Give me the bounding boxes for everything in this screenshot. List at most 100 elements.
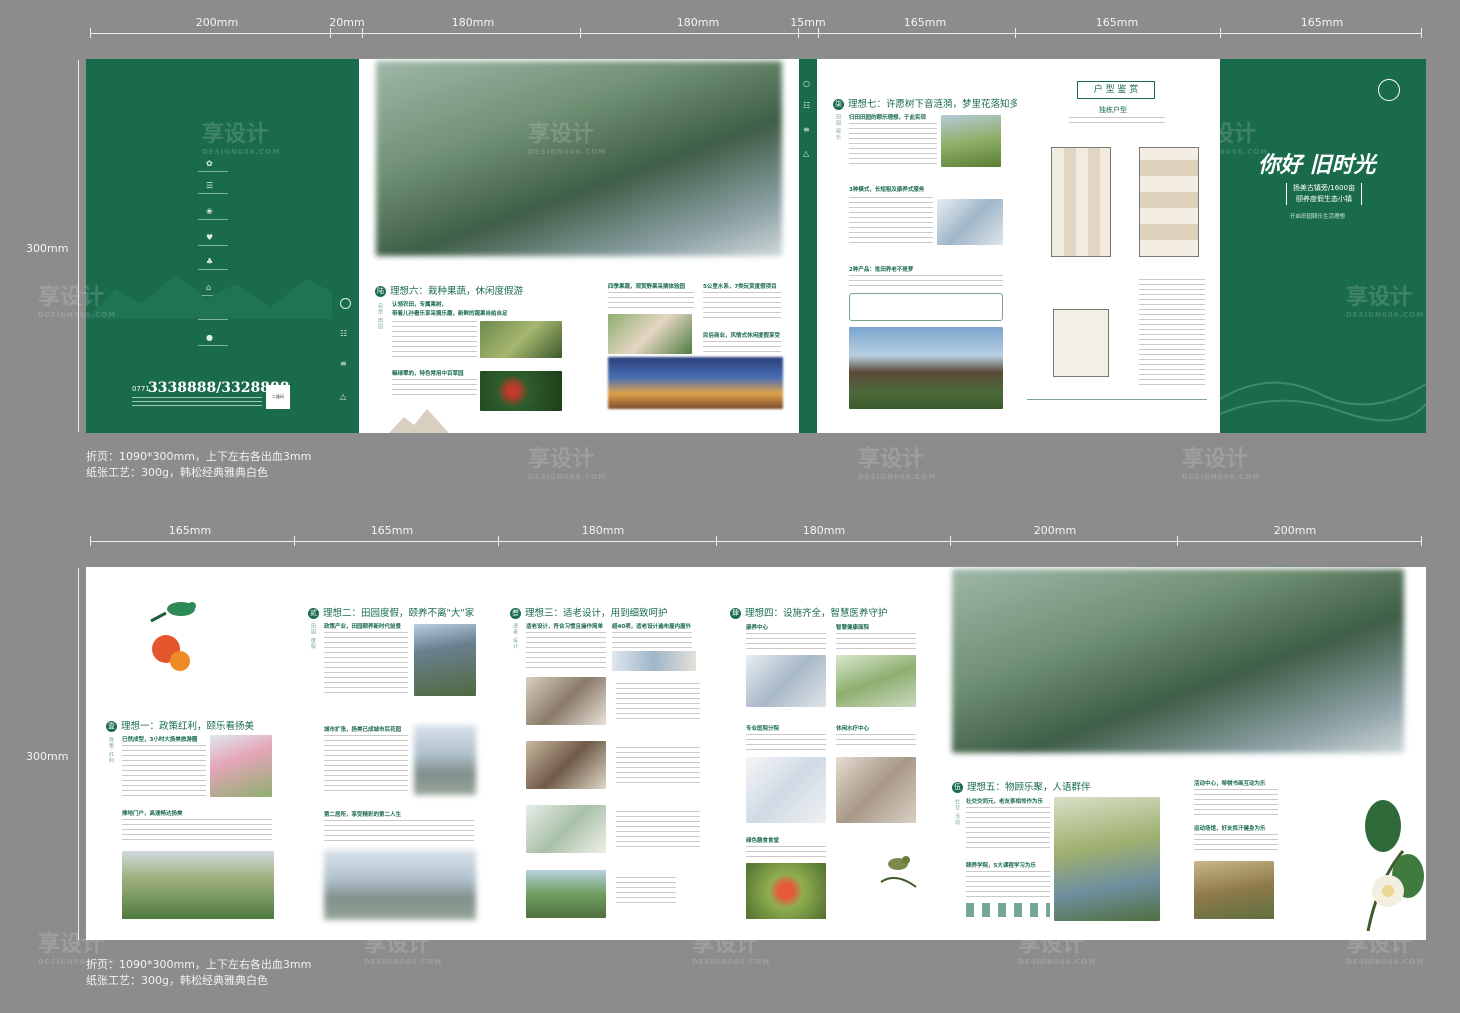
city-photo-blurred	[414, 725, 476, 795]
vertical-caption: 政策·红利	[108, 737, 114, 764]
wheelchair-photo	[836, 655, 916, 707]
height-label: 300mm	[26, 750, 69, 763]
body-text	[966, 871, 1050, 897]
night-street-photo	[608, 357, 783, 409]
floor-plan-1	[1051, 147, 1111, 257]
body-text	[324, 632, 408, 696]
dim-label: 165mm	[903, 16, 947, 29]
dim-label: 165mm	[1095, 16, 1139, 29]
villa-photo	[414, 624, 476, 696]
ideal2-subtitle-3: 第二居所，享受精彩的第二人生	[324, 812, 402, 818]
garden-path-photo	[526, 870, 606, 918]
dim-label: 180mm	[802, 524, 846, 537]
mountain-decoration	[86, 274, 358, 319]
herb-garden-photo	[480, 371, 562, 411]
vertical-caption: 田园·颐乐	[835, 114, 841, 141]
note-paper-top: 纸张工艺：300g，韩松经典雅典白色	[86, 466, 268, 479]
ideal3-subtitle-2: 超40项，适老设计遍布屋内屋外	[612, 624, 692, 630]
leaf-icon: ✿	[206, 159, 213, 168]
triangle-icon: △	[340, 392, 347, 401]
bird-flower-illustration	[150, 602, 196, 671]
cover-subline-1: 扬美古镇旁/1600亩	[1292, 184, 1356, 192]
inner-spread: 壹理想一：政策红利，颐乐看扬美 政策·红利 已然成型，3小时大扬美旅游圈 捧地门…	[86, 567, 1426, 940]
body-text	[849, 197, 933, 243]
divider	[1027, 399, 1207, 400]
feature-list	[616, 683, 700, 719]
ideal1-subtitle-1: 已然成型，3小时大扬美旅游圈	[122, 737, 198, 743]
bathroom-photo	[526, 805, 606, 853]
watermark: 享设计DESIGN006.COM	[1182, 447, 1261, 481]
circle-icon	[340, 298, 351, 309]
garden-photo	[480, 321, 562, 358]
ideal6-col3-title: 5公里水系，7类玩赏度假项目	[703, 284, 777, 290]
bird-illustration	[880, 856, 917, 888]
ideal7-subtitle-3: 2种产品：批田养老不是梦	[849, 267, 914, 273]
mountain-decoration	[389, 409, 449, 433]
section-title-ideal4: 肆理想四：设施齐全，智慧医养守护	[730, 608, 888, 619]
resort-photo-blurred	[952, 569, 1404, 753]
body-text	[608, 292, 694, 310]
ideal6-col2-title-b: 民俗商业，风情式休闲度假享受	[703, 333, 781, 339]
painting-photo	[1054, 797, 1160, 921]
ideal5-subtitle-1: 社交交同元，老友茶相邻作为乐	[966, 799, 1044, 805]
body-text	[849, 275, 1003, 289]
flower-icon: ❀	[206, 207, 213, 216]
ideal4-subtitle-5: 绿色膳食食堂	[746, 838, 780, 844]
ideal6-subtitle-1: 认领农田，专属果树，	[392, 302, 448, 308]
nursing-photo	[746, 655, 826, 707]
watermark: 享设计DESIGN006.COM	[858, 447, 937, 481]
ideal1-subtitle-2: 捧地门户，高速畅达扬美	[122, 811, 183, 817]
grid-icon: ☷	[340, 329, 348, 338]
bottom-dimension-ruler: 165mm 165mm 180mm 180mm 200mm 200mm	[90, 524, 1422, 548]
body-text	[122, 745, 206, 797]
vertical-dim-line	[78, 60, 79, 432]
ideal7-subtitle-1: 归田田园的颐乐理想，于此实现	[849, 115, 927, 121]
dim-label: 200mm	[1033, 524, 1077, 537]
qr-code: 二维码	[266, 385, 290, 409]
ideal6-subtitle-1b: 带着儿孙看乐享采摘乐趣，新鲜的蔬果自给自足	[392, 311, 508, 317]
body-text	[324, 820, 474, 844]
body-text	[526, 632, 606, 672]
drop-icon: ●	[206, 333, 213, 342]
ideal4-subtitle-3: 专业医院分院	[746, 726, 780, 732]
note-fold-bottom: 折页：1090*300mm，上下左右各出血3mm	[86, 958, 312, 971]
height-label: 300mm	[26, 242, 69, 255]
flower-field-photo	[210, 735, 272, 797]
body-text	[324, 735, 408, 795]
cover-subline-2: 颐养度假生态小镇	[1296, 195, 1352, 203]
ideal6-spread: 陆理想六：栽种果蔬，休闲度假游 自然·田园 认领农田，专属果树， 带着儿孙看乐享…	[359, 59, 799, 433]
vertical-caption: 社交·活动	[954, 799, 960, 826]
address-text	[132, 397, 262, 409]
pergola-photo	[849, 327, 1003, 409]
logo-mark	[1378, 79, 1400, 101]
ideal6-col2-title-a: 四季果蔬，观赏野果采摘体验园	[608, 284, 686, 290]
ideal2-subtitle-1: 政策产业，田园颐养新时代前景	[324, 624, 402, 630]
list-icon: ≡	[340, 359, 347, 368]
floorplan-title: 户 型 鉴 赏	[1077, 81, 1155, 99]
vegetables-photo	[746, 863, 826, 919]
living-room-photo	[526, 741, 606, 789]
dim-label: 165mm	[1300, 16, 1344, 29]
spec-text	[1069, 117, 1165, 123]
floorplan-page: 户 型 鉴 赏 独栋户型	[1017, 59, 1220, 433]
floor-plan-2	[1139, 147, 1199, 257]
floorplan-subtitle: 独栋户型	[1099, 106, 1127, 114]
heart-icon: ♥	[206, 233, 214, 242]
menu-icon: ☰	[206, 181, 214, 190]
section-title-ideal1: 壹理想一：政策红利，颐乐看扬美	[106, 721, 255, 732]
back-cover-panel: ✿ ☰ ❀ ♥ ♣ ⌂ ✺ ● 0771 3338888/3328888 二维码	[86, 59, 358, 433]
doctors-photo	[746, 757, 826, 823]
highway-photo	[122, 851, 274, 919]
dim-label: 180mm	[581, 524, 625, 537]
body-text	[746, 633, 826, 653]
magnolia-illustration	[1365, 800, 1424, 931]
section-title-ideal2: 贰理想二：田园度假，颐养不离"大"家	[308, 608, 475, 619]
dim-label: 180mm	[451, 16, 495, 29]
top-dimension-ruler: 200mm 20mm 180mm 180mm 15mm 165mm 165mm …	[90, 16, 1422, 40]
spine-panel: ☷ ≡ △	[332, 59, 359, 433]
circle-icon: ○	[803, 79, 810, 88]
body-text	[392, 321, 477, 361]
floor-plan-3	[1053, 309, 1109, 377]
body-text	[1194, 789, 1278, 815]
course-icons-row	[966, 903, 1050, 917]
